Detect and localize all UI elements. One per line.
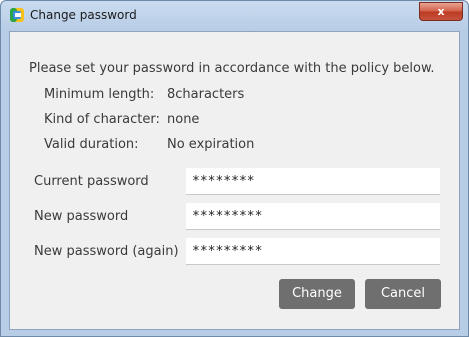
policy-value: none <box>167 112 200 127</box>
new-password-again-row: New password (again) ********* <box>34 238 444 265</box>
policy-intro-text: Please set your password in accordance w… <box>29 61 435 76</box>
new-password-again-label: New password (again) <box>34 244 179 259</box>
cancel-button[interactable]: Cancel <box>365 279 441 309</box>
title-bar[interactable]: Change password x <box>1 1 468 31</box>
new-password-row: New password ********* <box>34 203 444 230</box>
current-password-field[interactable]: ******** <box>186 168 440 195</box>
policy-value: No expiration <box>167 137 255 152</box>
current-password-row: Current password ******** <box>34 168 444 195</box>
dialog-body: Please set your password in accordance w… <box>9 31 460 330</box>
close-button[interactable]: x <box>419 2 463 21</box>
policy-label: Minimum length: <box>44 87 155 102</box>
policy-label: Valid duration: <box>44 137 139 152</box>
new-password-again-field[interactable]: ********* <box>186 238 440 265</box>
close-icon: x <box>437 5 445 18</box>
policy-label: Kind of character: <box>44 112 160 127</box>
current-password-label: Current password <box>34 174 149 189</box>
window-title: Change password <box>30 8 137 22</box>
app-logo-icon <box>10 8 24 22</box>
new-password-label: New password <box>34 209 129 224</box>
policy-value: 8characters <box>167 87 245 102</box>
new-password-field[interactable]: ********* <box>186 203 440 230</box>
change-password-dialog: Change password x Please set your passwo… <box>0 0 469 337</box>
change-button[interactable]: Change <box>279 279 355 309</box>
